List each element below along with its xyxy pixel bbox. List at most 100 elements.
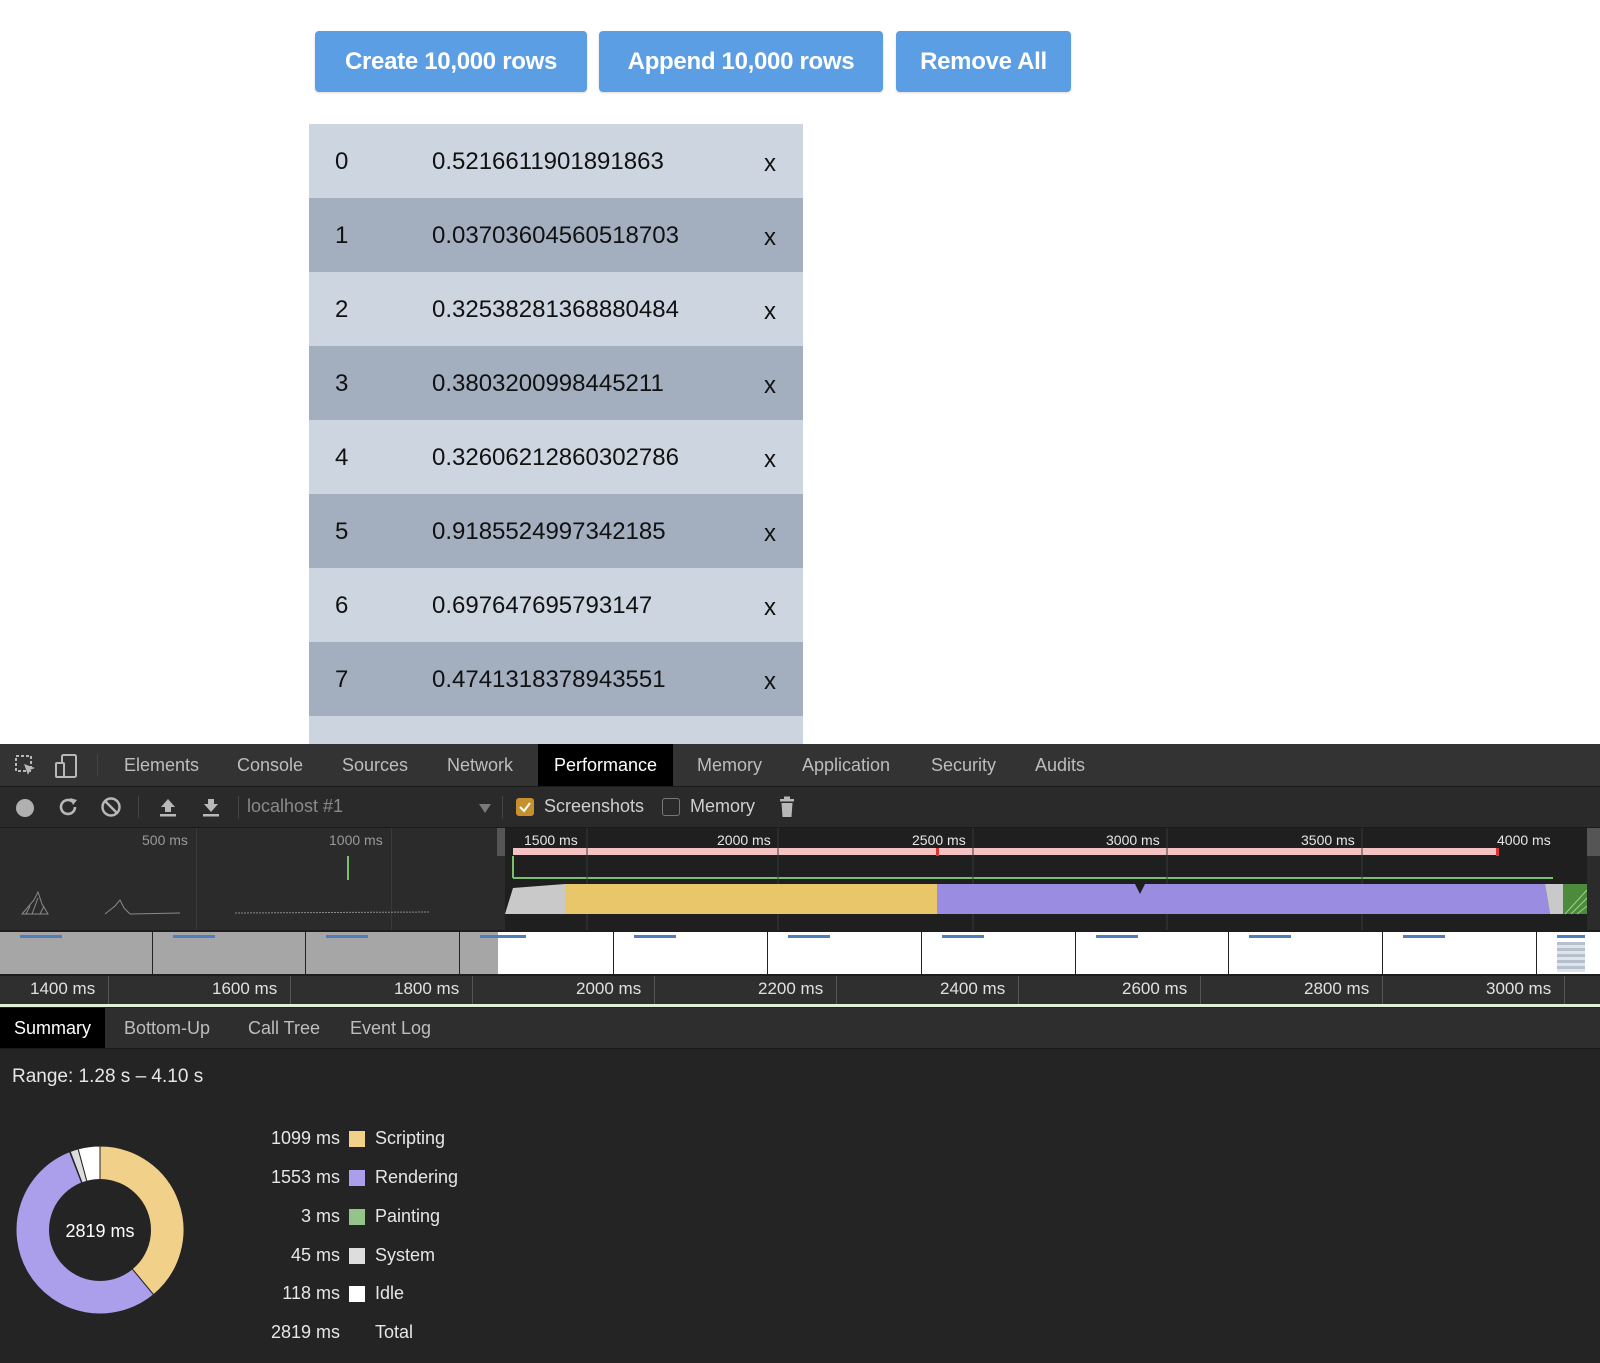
legend-label: System: [375, 1245, 436, 1265]
legend-value: 3 ms: [300, 1206, 340, 1226]
table-row: 4 0.32606212860302786 x: [309, 420, 803, 494]
device-toolbar-icon[interactable]: [54, 753, 80, 784]
screenshot-frame[interactable]: [614, 932, 768, 974]
row-remove-button[interactable]: x: [764, 594, 776, 622]
legend-swatch: [349, 1209, 365, 1225]
tab-event-log[interactable]: Event Log: [350, 1008, 431, 1048]
append-rows-button[interactable]: Append 10,000 rows: [599, 31, 883, 92]
chevron-down-icon[interactable]: [479, 801, 491, 819]
tab-elements[interactable]: Elements: [124, 744, 199, 786]
row-value: 0.03703604560518703: [432, 222, 679, 249]
table-row: 0 0.5216611901891863 x: [309, 124, 803, 198]
screenshot-frame[interactable]: [1537, 932, 1600, 974]
screenshot-frame[interactable]: [1229, 932, 1383, 974]
tab-application[interactable]: Application: [802, 744, 890, 786]
row-id: 0: [335, 148, 349, 175]
row-id: 5: [335, 518, 349, 545]
legend-label: Idle: [375, 1283, 405, 1303]
profile-select[interactable]: localhost #1: [247, 796, 343, 817]
screenshot-frame[interactable]: [498, 932, 614, 974]
divider: [238, 796, 239, 818]
screenshot-frame[interactable]: [306, 932, 460, 974]
download-icon[interactable]: [200, 796, 222, 823]
ruler-tick: 1600 ms: [212, 979, 278, 998]
ruler-tick: 2800 ms: [1304, 979, 1370, 998]
upload-icon[interactable]: [157, 796, 179, 823]
legend-value: 45 ms: [290, 1245, 340, 1265]
tab-performance[interactable]: Performance: [538, 744, 674, 786]
clear-icon[interactable]: [100, 796, 122, 823]
row-remove-button[interactable]: x: [764, 520, 776, 548]
row-remove-button[interactable]: x: [764, 150, 776, 178]
row-remove-button[interactable]: x: [764, 668, 776, 696]
row-remove-button[interactable]: x: [764, 298, 776, 326]
screenshot-frame[interactable]: [1383, 932, 1537, 974]
trash-icon[interactable]: [778, 795, 796, 824]
record-icon[interactable]: [15, 798, 35, 823]
row-id: 1: [335, 222, 349, 249]
row-remove-button[interactable]: x: [764, 224, 776, 252]
legend-label: Rendering: [375, 1167, 459, 1187]
screenshot-frame[interactable]: [0, 932, 153, 974]
selection-handle-left[interactable]: [497, 828, 505, 856]
row-remove-button[interactable]: x: [764, 372, 776, 400]
screenshot-frame[interactable]: [153, 932, 306, 974]
divider: [502, 796, 503, 818]
row-id: 4: [335, 444, 349, 471]
row-value: 0.5216611901891863: [432, 148, 664, 175]
summary-donut-chart: 2819 ms: [15, 1145, 185, 1315]
performance-toolbar: localhost #1 Screenshots Memory: [0, 787, 1600, 828]
screenshots-checkbox[interactable]: [516, 798, 534, 816]
app-page: Create 10,000 rows Append 10,000 rows Re…: [0, 0, 1600, 744]
selection-window[interactable]: 1500 ms 2000 ms 2500 ms 3000 ms 3500 ms …: [505, 828, 1587, 930]
overview-activity-selected: [505, 828, 1587, 930]
tab-summary[interactable]: Summary: [0, 1008, 106, 1048]
screenshot-frame[interactable]: [1076, 932, 1229, 974]
legend-value: 1099 ms: [270, 1128, 340, 1148]
divider: [97, 754, 98, 776]
tab-security[interactable]: Security: [931, 744, 996, 786]
screenshot-frame[interactable]: [768, 932, 922, 974]
ruler-tick: 3000 ms: [1486, 979, 1552, 998]
legend-value: 2819 ms: [270, 1322, 340, 1342]
screenshots-label[interactable]: Screenshots: [544, 796, 644, 817]
timeline-overview[interactable]: 500 ms 1000 ms 1500 ms 2000 ms 2500 ms 3…: [0, 828, 1600, 930]
tab-sources[interactable]: Sources: [342, 744, 408, 786]
table-row: 3 0.3803200998445211 x: [309, 346, 803, 420]
tab-call-tree[interactable]: Call Tree: [248, 1008, 320, 1048]
screenshot-frame[interactable]: [922, 932, 1076, 974]
table-row: 5 0.9185524997342185 x: [309, 494, 803, 568]
devtools-panel: Elements Console Sources Network Perform…: [0, 744, 1600, 1363]
tab-memory[interactable]: Memory: [697, 744, 762, 786]
devtools-tabbar: Elements Console Sources Network Perform…: [0, 744, 1600, 787]
selection-handle-right[interactable]: [1587, 828, 1600, 856]
row-remove-button[interactable]: x: [764, 446, 776, 474]
remove-all-button[interactable]: Remove All: [896, 31, 1071, 92]
create-rows-button[interactable]: Create 10,000 rows: [315, 31, 587, 92]
divider: [138, 796, 139, 818]
inspect-element-icon[interactable]: [14, 754, 38, 783]
rows-table: 0 0.5216611901891863 x 1 0.0370360456051…: [309, 124, 803, 744]
tab-network[interactable]: Network: [447, 744, 513, 786]
row-value: 0.3803200998445211: [432, 370, 664, 397]
donut-total-label: 2819 ms: [65, 1221, 134, 1241]
tab-console[interactable]: Console: [237, 744, 303, 786]
row-id: 2: [335, 296, 349, 323]
row-value: 0.32606212860302786: [432, 444, 679, 471]
legend-swatch: [349, 1248, 365, 1264]
screenshot-frame[interactable]: [460, 932, 499, 974]
tab-audits[interactable]: Audits: [1035, 744, 1085, 786]
ruler-tick: 2400 ms: [940, 979, 1006, 998]
ruler-tick: 1400 ms: [30, 979, 96, 998]
time-ruler: 1400 ms 1600 ms 1800 ms 2000 ms 2200 ms …: [0, 976, 1600, 1007]
tab-bottom-up[interactable]: Bottom-Up: [124, 1008, 210, 1048]
row-value: 0.9185524997342185: [432, 518, 666, 545]
reload-icon[interactable]: [57, 796, 79, 823]
memory-label[interactable]: Memory: [690, 796, 755, 817]
ruler-tick: 2600 ms: [1122, 979, 1188, 998]
legend-value: 118 ms: [282, 1283, 340, 1303]
screenshots-filmstrip[interactable]: [0, 930, 1600, 976]
memory-checkbox[interactable]: [662, 798, 680, 816]
ruler-tick: 2200 ms: [758, 979, 824, 998]
legend-swatch: [349, 1286, 365, 1302]
